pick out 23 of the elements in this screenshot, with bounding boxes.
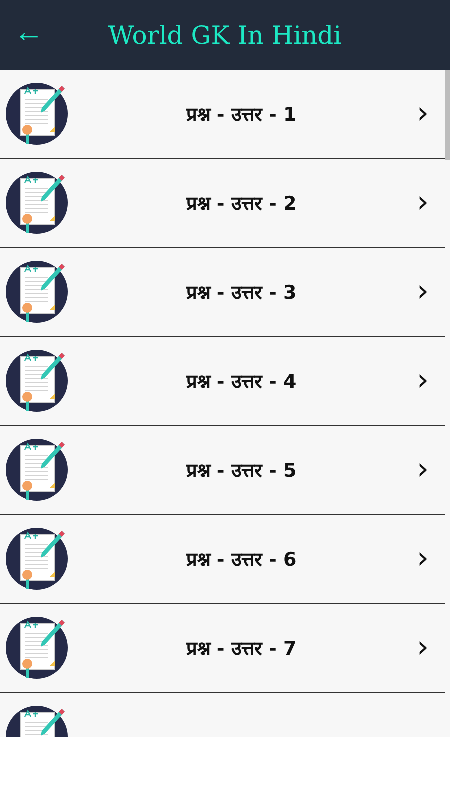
exam-paper-icon <box>6 527 70 591</box>
list-item[interactable]: प्रश्न - उत्तर - 3 › <box>0 248 445 337</box>
chevron-icon: › <box>413 544 433 574</box>
chevron-icon: › <box>413 455 433 485</box>
exam-paper-icon <box>6 349 70 413</box>
exam-paper-icon <box>6 82 70 146</box>
chevron-icon: › <box>413 99 433 129</box>
list-item[interactable]: प्रश्न - उत्तर - 7 › <box>0 604 445 693</box>
list-item[interactable]: प्रश्न - उत्तर - 4 › <box>0 337 445 426</box>
chevron-icon: › <box>413 277 433 307</box>
exam-paper-icon <box>6 438 70 502</box>
exam-paper-icon <box>6 171 70 235</box>
app-title: World GK In Hindi <box>107 20 343 50</box>
chevron-icon: › <box>413 633 433 663</box>
list-item[interactable]: प्रश्न - उत्तर - 1 › <box>0 70 445 159</box>
list-item[interactable]: प्रश्न - उत्तर - 6 › <box>0 515 445 604</box>
list-item[interactable]: प्रश्न - उत्तर - 5 › <box>0 426 445 515</box>
exam-paper-icon <box>6 616 70 680</box>
list-item[interactable]: प्रश्न - उत्तर - 2 › <box>0 159 445 248</box>
chevron-icon: › <box>413 188 433 218</box>
exam-paper-icon <box>6 260 70 324</box>
back-button[interactable]: ← <box>0 18 56 52</box>
chevron-icon: › <box>413 366 433 396</box>
